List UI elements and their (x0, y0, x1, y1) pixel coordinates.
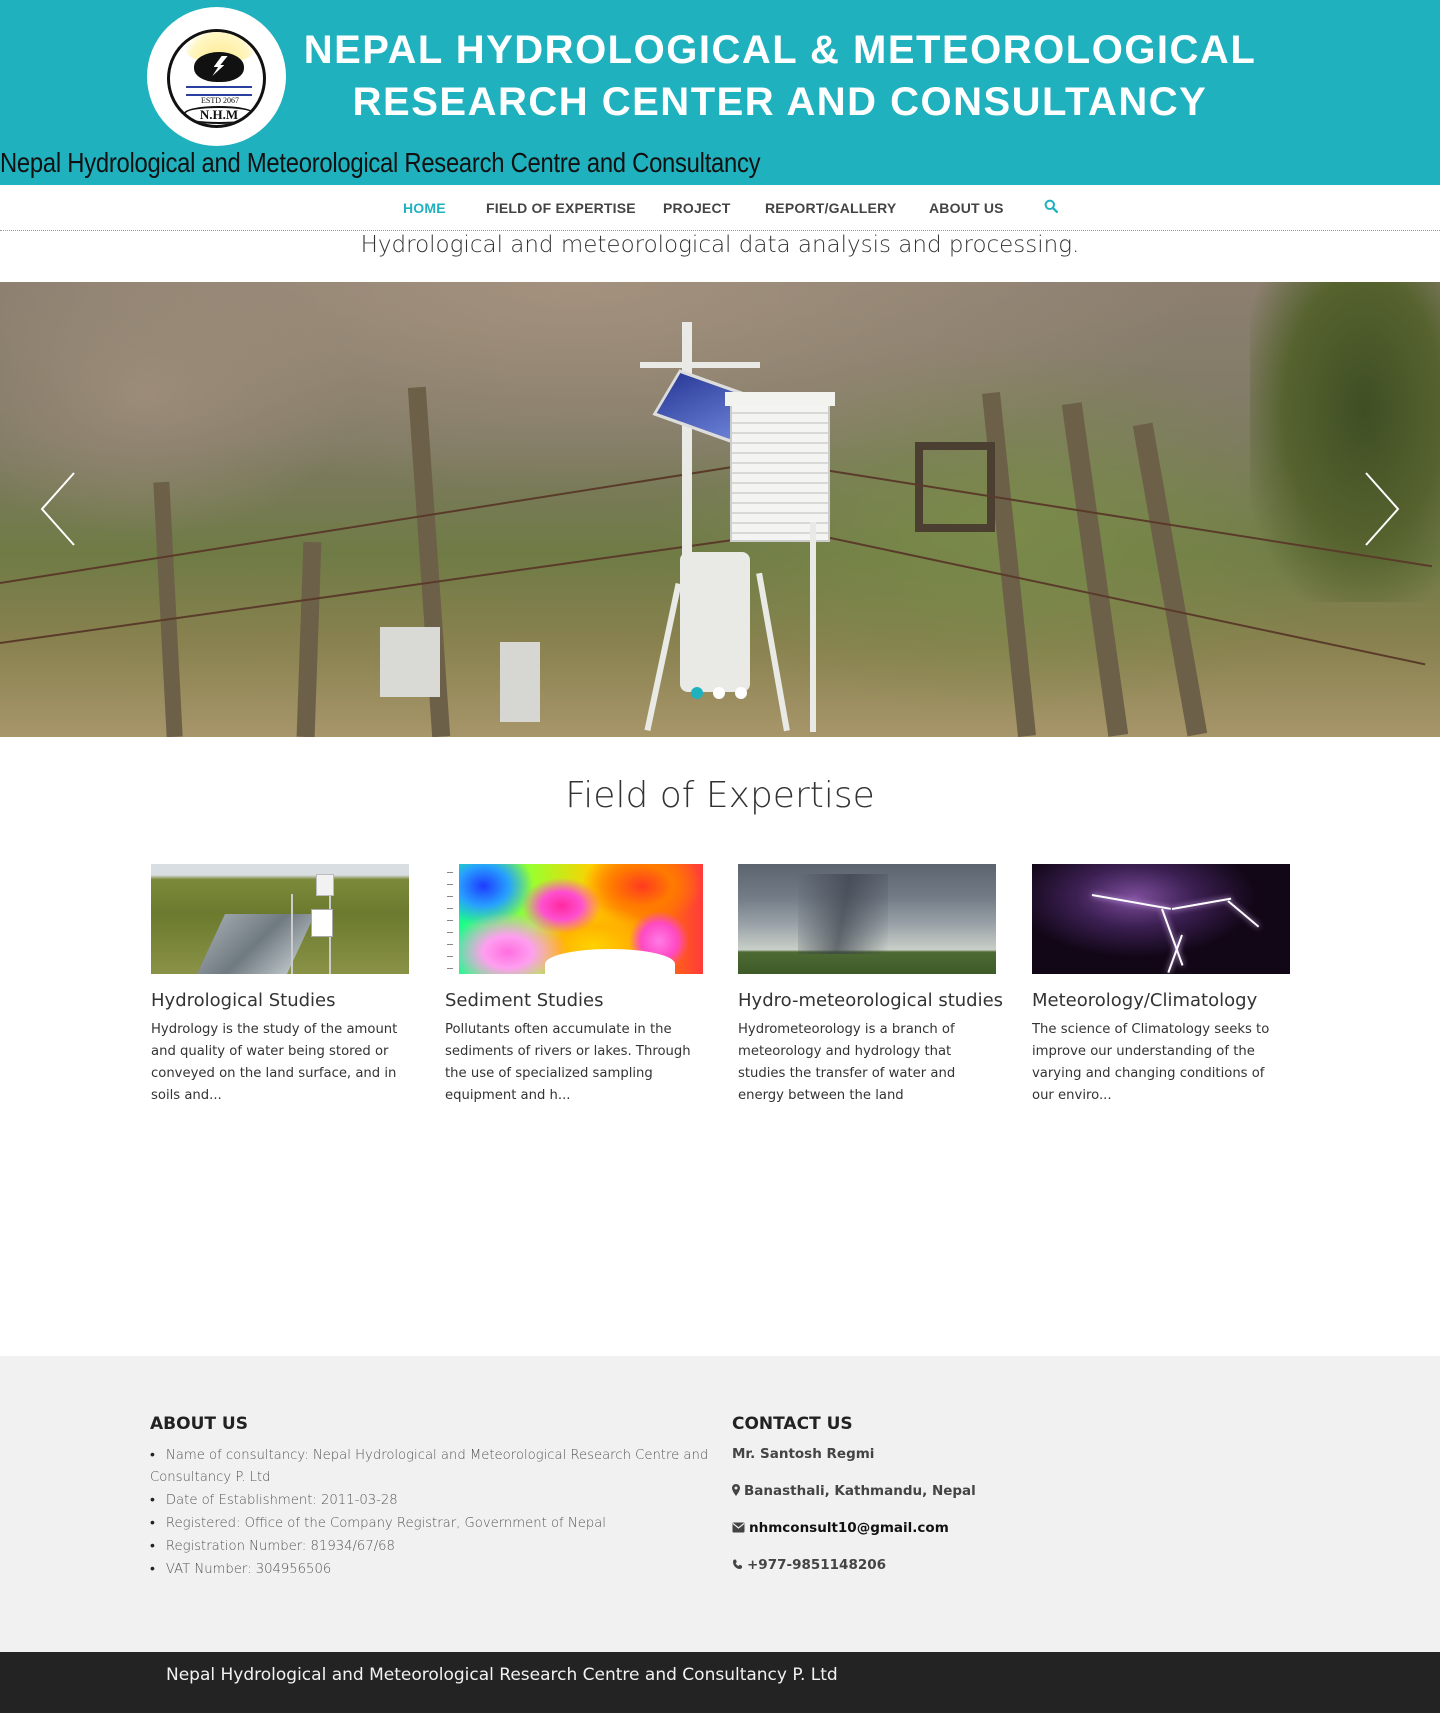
chevron-left-icon[interactable] (38, 469, 78, 549)
nav-item-field-of-expertise[interactable]: FIELD OF EXPERTISE (486, 200, 636, 216)
hero-slider[interactable] (0, 282, 1440, 737)
footer-info: ABOUT US Name of consultancy: Nepal Hydr… (0, 1356, 1440, 1652)
about-heading: ABOUT US (150, 1414, 248, 1434)
footer-bar: Nepal Hydrological and Meteorological Re… (0, 1652, 1440, 1713)
expertise-card-sediment[interactable]: Sediment Studies Pollutants often accumu… (445, 864, 703, 1107)
contact-name: Mr. Santosh Regmi (732, 1446, 875, 1462)
contact-phone: +977-9851148206 (732, 1557, 886, 1573)
contact-email-text[interactable]: nhmconsult10@gmail.com (749, 1520, 949, 1536)
card-title[interactable]: Hydro-meteorological studies (738, 990, 1003, 1011)
card-text: Hydrology is the study of the amount and… (151, 1022, 398, 1103)
tagline: Hydrological and meteorological data ana… (360, 232, 1080, 258)
logo-estd-text: ESTD 2067 (201, 96, 239, 105)
main-nav: HOME FIELD OF EXPERTISE PROJECT REPORT/G… (0, 185, 1440, 231)
contact-address-text: Banasthali, Kathmandu, Nepal (744, 1483, 976, 1499)
card-image-hydro-meteorological[interactable] (738, 864, 996, 974)
about-item: Date of Establishment: 2011-03-28 (150, 1489, 712, 1512)
site-logo[interactable]: ESTD 2067 N.H.M (147, 7, 286, 146)
card-title[interactable]: Sediment Studies (445, 990, 703, 1011)
about-item: Registered: Office of the Company Regist… (150, 1512, 712, 1535)
banner-title-line-1: NEPAL HYDROLOGICAL & METEOROLOGICAL (303, 28, 1257, 72)
chevron-right-icon[interactable] (1362, 469, 1402, 549)
slider-dot-2[interactable] (713, 687, 725, 699)
section-title-expertise: Field of Expertise (565, 775, 875, 816)
card-image-sediment[interactable] (445, 864, 703, 974)
contact-phone-text: +977-9851148206 (747, 1557, 887, 1573)
envelope-icon (732, 1522, 745, 1533)
contact-heading: CONTACT US (732, 1414, 853, 1434)
nav-item-about-us[interactable]: ABOUT US (929, 200, 1004, 216)
logo-abbr-text: N.H.M (184, 106, 254, 124)
weather-station (380, 322, 880, 737)
slider-dot-3[interactable] (735, 687, 747, 699)
contact-email[interactable]: nhmconsult10@gmail.com (732, 1520, 949, 1536)
card-title[interactable]: Meteorology/Climatology (1032, 990, 1290, 1011)
search-icon[interactable] (1044, 199, 1058, 213)
slider-dot-1[interactable] (691, 687, 703, 699)
water-icon (186, 86, 252, 96)
card-image-hydrological[interactable] (151, 864, 409, 974)
logo-emblem: ESTD 2067 N.H.M (167, 29, 266, 128)
about-item: Registration Number: 81934/67/68 (150, 1535, 712, 1558)
card-text: Hydrometeorology is a branch of meteorol… (738, 1022, 956, 1103)
footer-copyright: Nepal Hydrological and Meteorological Re… (166, 1665, 838, 1685)
card-title[interactable]: Hydrological Studies (151, 990, 409, 1011)
card-text: Pollutants often accumulate in the sedim… (445, 1022, 691, 1103)
about-list: Name of consultancy: Nepal Hydrological … (150, 1444, 712, 1581)
card-text: The science of Climatology seeks to impr… (1032, 1022, 1270, 1103)
banner-title: NEPAL HYDROLOGICAL & METEOROLOGICAL RESE… (300, 24, 1260, 128)
contact-address: Banasthali, Kathmandu, Nepal (732, 1483, 976, 1499)
map-marker-icon (732, 1484, 740, 1496)
expertise-card-meteorology[interactable]: Meteorology/Climatology The science of C… (1032, 864, 1290, 1107)
nav-item-home[interactable]: HOME (403, 200, 446, 216)
about-item: Name of consultancy: Nepal Hydrological … (150, 1444, 712, 1489)
about-item: VAT Number: 304956506 (150, 1558, 712, 1581)
banner-title-line-2: RESEARCH CENTER AND CONSULTANCY (352, 80, 1208, 124)
site-header: ESTD 2067 N.H.M NEPAL HYDROLOGICAL & MET… (0, 0, 1440, 185)
expertise-card-hydrological[interactable]: Hydrological Studies Hydrology is the st… (151, 864, 409, 1107)
nav-item-project[interactable]: PROJECT (663, 200, 731, 216)
slider-indicators (690, 687, 750, 701)
expertise-card-hydro-meteorological[interactable]: Hydro-meteorological studies Hydrometeor… (738, 864, 1003, 1107)
card-image-meteorology[interactable] (1032, 864, 1290, 974)
slide-trees (1250, 282, 1440, 602)
phone-icon (733, 1559, 743, 1569)
nav-item-report-gallery[interactable]: REPORT/GALLERY (765, 200, 896, 216)
site-name-link[interactable]: Nepal Hydrological and Meteorological Re… (0, 147, 761, 179)
